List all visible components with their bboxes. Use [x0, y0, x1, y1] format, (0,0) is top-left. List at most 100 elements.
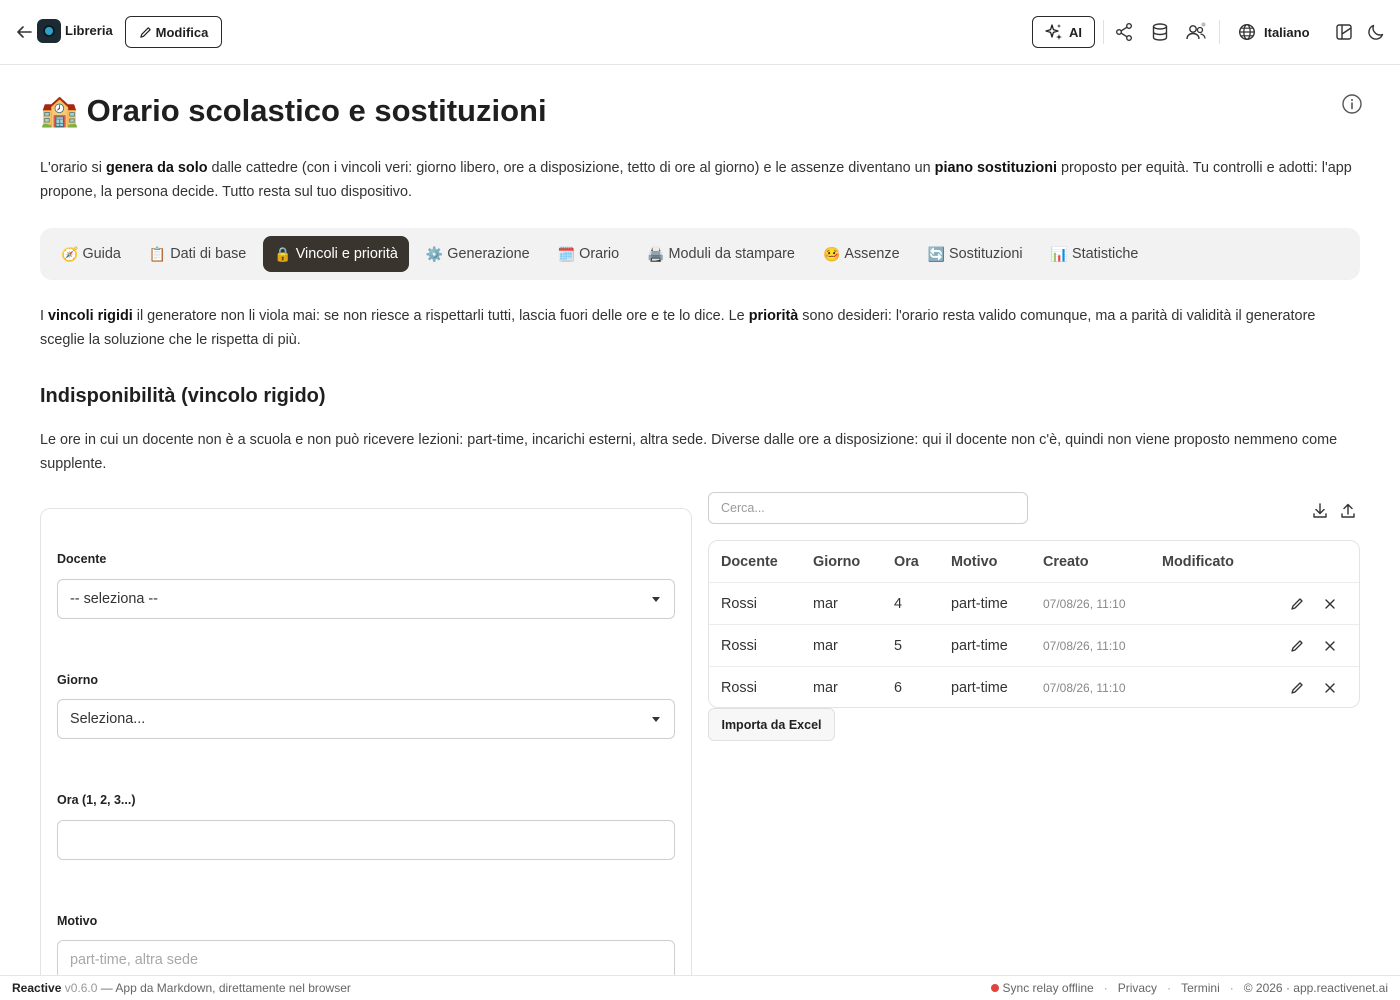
tab-label: Vincoli e priorità	[295, 246, 398, 262]
tab-guida[interactable]: 🧭 Guida	[50, 236, 132, 272]
lock-icon: 🔒	[274, 245, 292, 262]
tab-label: Statistiche	[1072, 246, 1139, 262]
column-header[interactable]: Docente	[721, 541, 778, 583]
close-icon[interactable]	[1322, 680, 1338, 696]
search-input[interactable]: Cerca...	[708, 492, 1028, 524]
separator: ·	[1229, 981, 1234, 995]
swap-icon: 🔄	[927, 245, 946, 262]
rules-bold: priorità	[748, 308, 799, 324]
motivo-input-placeholder: part-time, altra sede	[70, 952, 198, 968]
moon-icon	[1368, 24, 1384, 40]
pencil-icon[interactable]	[1289, 638, 1305, 654]
page-title-text: Orario scolastico e sostituzioni	[86, 92, 547, 128]
app-logo[interactable]	[37, 19, 61, 43]
column-header[interactable]: Modificato	[1162, 541, 1234, 583]
rules-text: I	[40, 308, 48, 324]
cell-motivo: part-time	[951, 680, 1008, 696]
back-arrow-icon[interactable]	[14, 22, 34, 42]
compass-icon: 🧭	[61, 245, 79, 262]
table-row: Rossi mar 5 part-time 07/08/26, 11:10	[709, 624, 1359, 666]
gear-icon: ⚙️	[425, 245, 444, 262]
cell-giorno: mar	[813, 596, 838, 612]
intro-bold: genera da solo	[105, 160, 208, 176]
tab-vincoli-e-priorita[interactable]: 🔒 Vincoli e priorità	[263, 236, 409, 272]
privacy-link[interactable]: Privacy	[1118, 981, 1157, 995]
brand-name[interactable]: Reactive	[12, 981, 61, 995]
tab-label: Guida	[82, 246, 121, 262]
layout-icon	[1336, 24, 1352, 40]
column-header[interactable]: Ora	[894, 541, 919, 583]
column-header[interactable]: Motivo	[951, 541, 997, 583]
column-header[interactable]: Creato	[1043, 541, 1089, 583]
dark-mode-toggle[interactable]	[1364, 20, 1388, 44]
download-icon[interactable]	[1311, 502, 1329, 520]
tab-dati-di-base[interactable]: 📋 Dati di base	[138, 236, 257, 272]
rules-text: il generatore non li viola mai: se non r…	[132, 308, 749, 324]
library-link[interactable]: Libreria	[65, 23, 113, 38]
separator: ·	[1167, 981, 1172, 995]
cell-giorno: mar	[813, 638, 838, 654]
column-header[interactable]: Giorno	[813, 541, 860, 583]
clipboard-icon: 📋	[148, 245, 167, 262]
cell-docente: Rossi	[721, 680, 757, 696]
ai-button-label: AI	[1069, 24, 1082, 40]
unavailability-form: Docente -- seleziona -- Giorno Seleziona…	[40, 508, 692, 978]
cell-ora: 5	[894, 638, 903, 654]
top-bar: Libreria Modifica AI Italiano	[0, 0, 1400, 65]
layout-toggle-button[interactable]	[1332, 20, 1356, 44]
section-tabs: 🧭 Guida 📋 Dati di base 🔒 Vincoli e priorità…	[40, 228, 1360, 280]
share-icon	[1116, 23, 1132, 41]
giorno-select[interactable]: Seleziona...	[57, 699, 675, 739]
edit-button[interactable]: Modifica	[125, 16, 222, 48]
cell-giorno: mar	[813, 680, 838, 696]
cell-creato: 07/08/26, 11:10	[1043, 597, 1126, 611]
cell-ora: 4	[894, 596, 903, 612]
ai-button[interactable]: AI	[1032, 16, 1095, 48]
separator: ·	[1103, 981, 1108, 995]
pencil-icon[interactable]	[1289, 680, 1305, 696]
ora-label: Ora (1, 2, 3...)	[57, 793, 136, 807]
section-title: Indisponibilità (vincolo rigido)	[40, 385, 326, 407]
tab-orario[interactable]: 🗓️ Orario	[547, 236, 630, 272]
rules-bold: vincoli rigidi	[48, 308, 133, 324]
info-icon[interactable]	[1341, 93, 1363, 115]
section-description: Le ore in cui un docente non è a scuola …	[40, 432, 1338, 472]
tagline: — App da Markdown, direttamente nel brow…	[97, 981, 351, 995]
tab-assenze[interactable]: 🤒 Assenze	[812, 236, 911, 272]
ora-input[interactable]	[57, 820, 675, 860]
close-icon[interactable]	[1322, 638, 1338, 654]
terms-link[interactable]: Termini	[1181, 981, 1220, 995]
import-excel-button[interactable]: Importa da Excel	[708, 708, 835, 741]
motivo-input[interactable]: part-time, altra sede	[57, 940, 675, 978]
share-button[interactable]	[1112, 20, 1136, 44]
version-label: v0.6.0	[64, 981, 98, 995]
database-button[interactable]	[1148, 20, 1172, 44]
tab-statistiche[interactable]: 📊 Statistiche	[1040, 236, 1150, 272]
cell-motivo: part-time	[951, 596, 1008, 612]
language-label: Italiano	[1264, 24, 1310, 40]
users-button[interactable]	[1184, 20, 1208, 44]
tab-sostituzioni[interactable]: 🔄 Sostituzioni	[917, 236, 1034, 272]
cell-creato: 07/08/26, 11:10	[1043, 639, 1126, 653]
table-row: Rossi mar 4 part-time 07/08/26, 11:10	[709, 582, 1359, 624]
edit-button-label: Modifica	[155, 24, 209, 40]
close-icon[interactable]	[1322, 596, 1338, 612]
intro-text: dalle cattedre (con i vincoli veri: gior…	[207, 160, 935, 176]
tab-label: Generazione	[447, 246, 530, 262]
upload-icon[interactable]	[1339, 502, 1357, 520]
sparkles-icon	[1045, 24, 1062, 40]
tab-moduli-da-stampare[interactable]: 🖨️ Moduli da stampare	[636, 236, 806, 272]
tab-generazione[interactable]: ⚙️ Generazione	[415, 236, 541, 272]
page-title: 🏫 Orario scolastico e sostituzioni	[40, 92, 547, 129]
pencil-icon	[139, 26, 151, 38]
cell-creato: 07/08/26, 11:10	[1043, 681, 1126, 695]
tab-label: Moduli da stampare	[668, 246, 795, 262]
language-selector[interactable]: Italiano	[1238, 20, 1310, 44]
docente-select[interactable]: -- seleziona --	[57, 579, 675, 619]
pencil-icon[interactable]	[1289, 596, 1305, 612]
sync-status: Sync relay offline	[990, 981, 1094, 995]
sync-status-label: Sync relay offline	[1002, 981, 1094, 995]
footer-links: Sync relay offline · Privacy · Termini ·…	[990, 981, 1388, 995]
database-icon	[1152, 23, 1168, 41]
school-emoji-icon: 🏫	[40, 93, 79, 128]
